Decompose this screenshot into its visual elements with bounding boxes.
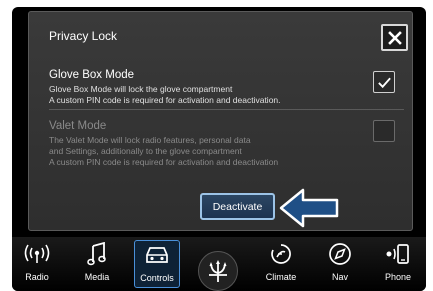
home-logo-button[interactable] [198, 251, 238, 291]
valet-mode-title: Valet Mode [49, 120, 107, 132]
desc-line: Glove Box Mode will lock the glove compa… [49, 84, 233, 94]
desc-line: and Settings, additionally to the glove … [49, 146, 242, 156]
radio-icon [23, 240, 51, 268]
nav-label: Controls [140, 273, 174, 283]
close-button[interactable] [381, 24, 408, 51]
nav-media[interactable]: Media [74, 240, 120, 288]
valet-mode-checkbox[interactable] [373, 120, 395, 142]
nav-label: Climate [265, 272, 297, 282]
pointer-arrow-icon [279, 188, 339, 228]
nav-controls[interactable]: Controls [134, 240, 180, 288]
desc-line: A custom PIN code is required for activa… [49, 95, 281, 105]
infotainment-screen: Privacy Lock Glove Box Mode Glove Box Mo… [12, 7, 426, 291]
glove-box-mode-checkbox[interactable] [373, 71, 395, 93]
desc-line: The Valet Mode will lock radio features,… [49, 135, 251, 145]
close-icon [387, 30, 402, 45]
nav-label: Media [84, 272, 110, 282]
compass-icon [328, 240, 352, 268]
nav-nav[interactable]: Nav [317, 240, 363, 288]
glove-box-mode-title: Glove Box Mode [49, 69, 135, 81]
privacy-lock-dialog: Privacy Lock Glove Box Mode Glove Box Mo… [28, 11, 413, 231]
checkmark-icon [377, 77, 391, 88]
valet-mode-option[interactable]: Valet Mode The Valet Mode will lock radi… [49, 119, 278, 168]
phone-icon [385, 240, 411, 268]
nav-phone[interactable]: Phone [375, 240, 421, 288]
divider [49, 109, 404, 110]
nav-climate[interactable]: Climate [258, 240, 304, 288]
dialog-title: Privacy Lock [49, 29, 118, 43]
glove-box-mode-option[interactable]: Glove Box Mode Glove Box Mode will lock … [49, 68, 281, 106]
trident-logo-icon [209, 260, 227, 282]
nav-radio[interactable]: Radio [14, 240, 60, 288]
music-note-icon [87, 240, 107, 268]
deactivate-button[interactable]: Deactivate [200, 193, 275, 220]
climate-icon [269, 240, 293, 268]
valet-mode-description: The Valet Mode will lock radio features,… [49, 135, 278, 168]
glove-box-mode-description: Glove Box Mode will lock the glove compa… [49, 84, 281, 106]
nav-label: Nav [331, 272, 348, 282]
bottom-navbar: Radio Media Controls Climate Nav Phone [12, 237, 426, 291]
car-icon [144, 241, 170, 269]
nav-label: Radio [25, 272, 49, 282]
desc-line: A custom PIN code is required for activa… [49, 157, 279, 167]
nav-label: Phone [384, 272, 412, 282]
